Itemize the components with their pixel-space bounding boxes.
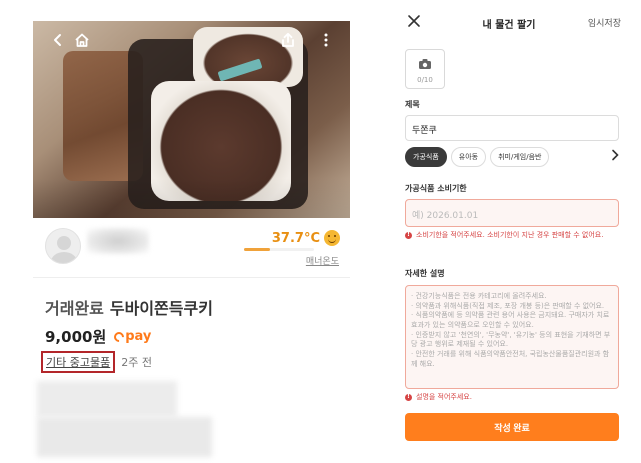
description-hint-line: · 인증받지 않고 '천연의', '무농약', '유기농' 등의 표현을 기재하… — [411, 330, 611, 349]
photo-count: 0/10 — [417, 75, 433, 84]
description-hint-line: · 안전한 거래를 위해 식품의약품안전처, 국립농산물품질관리원과 함께 해요… — [411, 349, 610, 368]
seller-section: 37.7°C 매너온도 — [33, 218, 350, 278]
description-hint-line: · 의약품과 위해식품(직접 제조, 포장 개봉 등)은 판매할 수 없어요. — [411, 301, 605, 310]
price: 9,000원 — [45, 328, 107, 346]
expiry-error: 소비기한을 적어주세요. 소비기한이 지난 경우 판매할 수 없어요. — [405, 231, 605, 240]
temperature-value: 37.7°C — [271, 230, 320, 246]
description-blurred — [37, 381, 177, 417]
description-label: 자세한 설명 — [405, 269, 445, 278]
status-label: 거래완료 — [45, 299, 104, 318]
chip-processed-food[interactable]: 가공식품 — [405, 147, 447, 167]
add-photo-button[interactable]: 0/10 — [405, 49, 445, 89]
pay-label: pay — [125, 329, 152, 344]
product-detail-panel: 37.7°C 매너온도 거래완료 두바이쫀득쿠키 9,000원 pay 기타 중고… — [33, 21, 350, 463]
error-icon — [405, 393, 412, 401]
chevron-left-icon[interactable] — [47, 29, 69, 51]
title-label: 제목 — [405, 100, 420, 109]
form-header: 내 물건 팔기 임시저장 — [393, 9, 625, 35]
description-blurred-2 — [37, 417, 212, 457]
avatar[interactable] — [45, 228, 81, 264]
pay-logo-icon — [112, 329, 127, 344]
category-chips: 가공식품 유아동 취미/게임/음반 — [405, 147, 550, 167]
pay-badge: pay — [112, 329, 152, 344]
category-row: 기타 중고물품 2주 전 — [41, 351, 152, 373]
smiley-icon — [324, 230, 340, 246]
expiry-label: 가공식품 소비기한 — [405, 184, 467, 193]
error-icon — [405, 231, 412, 239]
manner-temperature-link[interactable]: 매너온도 — [306, 254, 339, 267]
temperature-bar-fill — [244, 248, 271, 251]
price-row: 9,000원 pay — [45, 326, 151, 347]
camera-icon — [418, 55, 432, 74]
chip-hobby[interactable]: 취미/게임/음반 — [490, 147, 550, 167]
expiry-error-text: 소비기한을 적어주세요. 소비기한이 지난 경우 판매할 수 없어요. — [416, 231, 604, 239]
sell-form-panel: 내 물건 팔기 임시저장 0/10 제목 두쫀쿠 가공식품 유아동 취미/게임/… — [393, 9, 625, 454]
product-photo[interactable] — [33, 21, 350, 218]
description-hint-line: · 건강기능식품은 전용 카테고리에 올려주세요. — [411, 292, 547, 300]
description-error: 설명을 적어주세요. — [405, 393, 472, 402]
posted-time: 2주 전 — [121, 356, 152, 369]
description-error-text: 설명을 적어주세요. — [416, 393, 472, 401]
seller-name-blurred — [87, 228, 149, 254]
product-title-text: 두바이쫀득쿠키 — [109, 299, 213, 318]
title-input[interactable]: 두쫀쿠 — [405, 115, 619, 141]
save-draft-button[interactable]: 임시저장 — [588, 16, 621, 29]
home-icon[interactable] — [71, 29, 93, 51]
description-hint-line: · 식품의약품에 등 의약품 관련 용어 사용은 금지돼요. 구매자가 치료 효… — [411, 311, 610, 329]
share-icon[interactable] — [277, 29, 299, 51]
category-link[interactable]: 기타 중고물품 — [41, 351, 116, 373]
submit-button[interactable]: 작성 완료 — [405, 413, 619, 441]
chip-kids[interactable]: 유아동 — [450, 147, 487, 167]
manner-temperature: 37.7°C — [272, 230, 340, 246]
temperature-bar — [244, 248, 314, 251]
description-textarea[interactable]: · 건강기능식품은 전용 카테고리에 올려주세요. · 의약품과 위해식품(직접… — [405, 285, 619, 389]
product-title: 거래완료 두바이쫀득쿠키 — [45, 295, 213, 319]
chevron-right-icon[interactable] — [611, 149, 619, 164]
expiry-date-input[interactable]: 예) 2026.01.01 — [405, 199, 619, 227]
more-vertical-icon[interactable] — [315, 29, 337, 51]
